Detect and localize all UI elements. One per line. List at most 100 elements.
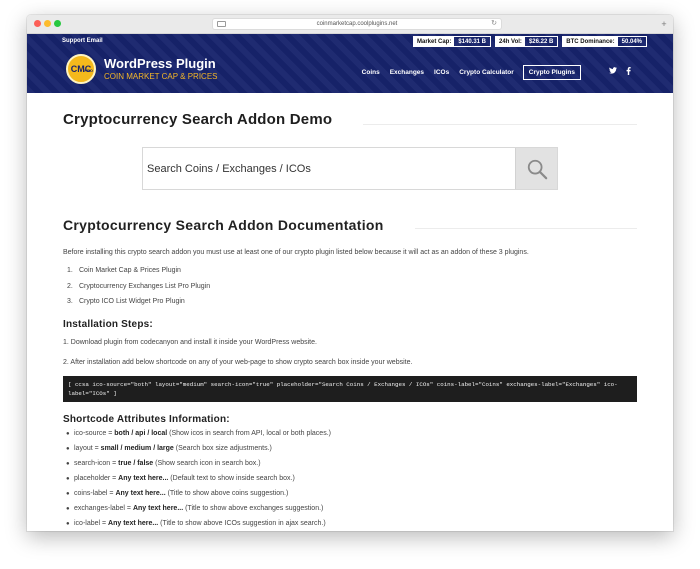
bullet-icon: ●: [66, 491, 70, 497]
stat-market-cap: Market Cap: $140.31 B: [412, 36, 492, 47]
attr-desc: (Title to show above exchanges suggestio…: [183, 505, 324, 512]
nav-crypto-plugins[interactable]: Crypto Plugins: [522, 65, 581, 80]
attr-desc: (Title to show above coins suggestion.): [165, 490, 289, 497]
install-step-1: 1. Download plugin from codecanyon and i…: [63, 339, 317, 346]
twitter-icon[interactable]: [609, 67, 617, 77]
attr-desc: (Show icos in search from API, local or …: [167, 430, 331, 437]
bullet-icon: ●: [66, 506, 70, 512]
attribute-item: ● layout = small / medium / large (Search…: [66, 445, 331, 460]
attr-name: placeholder =: [74, 475, 119, 482]
search-input[interactable]: [143, 148, 515, 189]
nav-icos[interactable]: ICOs: [429, 66, 454, 79]
nav-exchanges[interactable]: Exchanges: [385, 66, 429, 79]
logo-badge-small: PRO: [84, 68, 93, 73]
attr-desc: (Search box size adjustments.): [173, 445, 272, 452]
close-window-button[interactable]: [34, 20, 41, 27]
bullet-icon: ●: [66, 476, 70, 482]
new-tab-icon[interactable]: +: [659, 18, 669, 30]
attr-value: small / medium / large: [100, 445, 174, 452]
stat-value: $26.22 B: [528, 39, 554, 45]
plugin-list-item[interactable]: 2. Cryptocurrency Exchanges List Pro Plug…: [67, 283, 210, 299]
screenshot-stage: coinmarketcap.coolplugins.net ↻ + Suppor…: [0, 0, 700, 569]
stat-label: Market Cap:: [413, 37, 455, 46]
attributes-heading: Shortcode Attributes Information:: [63, 414, 230, 425]
plugin-link[interactable]: Coin Market Cap & Prices Plugin: [79, 267, 181, 274]
attr-name: search-icon =: [74, 460, 119, 467]
list-number: 2.: [67, 282, 73, 290]
list-number: 3.: [67, 298, 73, 305]
installation-heading: Installation Steps:: [63, 319, 153, 330]
site-logo-subtitle: COIN MARKET CAP & PRICES: [104, 72, 218, 81]
doc-title-divider: [415, 228, 637, 229]
attr-value: Any text here...: [115, 490, 166, 497]
attribute-item: ● placeholder = Any text here... (Default…: [66, 475, 331, 490]
attr-desc: (Default text to show inside search box.…: [168, 475, 295, 482]
site-logo-title[interactable]: WordPress Plugin: [104, 56, 216, 71]
attributes-list: ● ico-source = both / api / local (Show i…: [66, 430, 331, 531]
market-stats-bar: Market Cap: $140.31 B 24h Vol: $26.22 B …: [412, 36, 647, 47]
attribute-item: ● search-icon = true / false (Show search…: [66, 460, 331, 475]
attr-value: Any text here...: [108, 520, 159, 527]
plugin-list-item[interactable]: 1. Coin Market Cap & Prices Plugin: [67, 267, 210, 283]
attr-desc: (Show search icon in search box.): [153, 460, 261, 467]
list-number: 1.: [67, 267, 73, 274]
bullet-icon: ●: [66, 446, 70, 452]
attr-value: Any text here...: [118, 475, 169, 482]
plugin-link[interactable]: Crypto ICO List Widget Pro Plugin: [79, 298, 185, 305]
minimize-window-button[interactable]: [44, 20, 51, 27]
attr-name: ico-label =: [74, 520, 109, 527]
shortcode-block[interactable]: [ ccsa ico-source="both" layout="medium"…: [63, 376, 637, 402]
attr-name: layout =: [74, 445, 101, 452]
reload-icon[interactable]: ↻: [491, 19, 497, 29]
shortcode-line: label="ICOs" ]: [68, 390, 117, 397]
browser-toolbar: coinmarketcap.coolplugins.net ↻ +: [27, 15, 673, 34]
plugin-list-item[interactable]: 3. Crypto ICO List Widget Pro Plugin: [67, 298, 210, 314]
shortcode-line: [ ccsa ico-source="both" layout="medium"…: [68, 381, 618, 388]
nav-crypto-calculator[interactable]: Crypto Calculator: [454, 66, 519, 79]
stat-value: $140.31 B: [458, 39, 487, 45]
attr-value: both / api / local: [114, 430, 168, 437]
attr-name: exchanges-label =: [74, 505, 133, 512]
attribute-item: ● exchanges-label = Any text here... (Tit…: [66, 505, 331, 520]
stat-value: 50.04%: [621, 39, 642, 45]
attr-value: true / false: [118, 460, 154, 467]
stat-24h-volume: 24h Vol: $26.22 B: [495, 36, 559, 47]
search-button[interactable]: [515, 148, 557, 189]
doc-title: Cryptocurrency Search Addon Documentatio…: [63, 217, 390, 233]
attr-desc: (Title to show above ICOs suggestion in …: [158, 520, 326, 527]
bullet-icon: ●: [66, 521, 70, 527]
page-title: Cryptocurrency Search Addon Demo: [63, 111, 339, 128]
doc-title-row: Cryptocurrency Search Addon Documentatio…: [63, 217, 637, 235]
plugin-list: 1. Coin Market Cap & Prices Plugin 2. Cryp…: [67, 267, 210, 314]
site-header: Support Email Market Cap: $140.31 B 24h …: [27, 34, 673, 93]
install-step-2: 2. After installation add below shortcod…: [63, 359, 413, 366]
attribute-item: ● coins-label = Any text here... (Title t…: [66, 490, 331, 505]
stat-label: BTC Dominance:: [563, 37, 618, 46]
social-links: [609, 67, 631, 77]
attr-name: ico-source =: [74, 430, 115, 437]
intro-text: Before installing this crypto search add…: [63, 249, 529, 256]
bullet-icon: ●: [66, 431, 70, 437]
nav-coins[interactable]: Coins: [357, 66, 385, 79]
main-nav: Coins Exchanges ICOs Crypto Calculator C…: [357, 65, 581, 80]
address-bar[interactable]: coinmarketcap.coolplugins.net ↻: [212, 18, 502, 30]
reader-icon[interactable]: [217, 21, 226, 27]
maximize-window-button[interactable]: [54, 20, 61, 27]
bullet-icon: ●: [66, 461, 70, 467]
support-email-link[interactable]: Support Email: [62, 38, 103, 44]
attribute-item: ● ico-label = Any text here... (Title to …: [66, 520, 331, 531]
crypto-search-box: [142, 147, 558, 190]
main-content: Cryptocurrency Search Addon Demo Cryptoc…: [63, 93, 637, 527]
stat-btc-dominance: BTC Dominance: 50.04%: [562, 36, 647, 47]
search-icon: [527, 159, 547, 179]
title-divider: [363, 124, 637, 125]
plugin-link[interactable]: Cryptocurrency Exchanges List Pro Plugin: [79, 283, 210, 290]
title-row: Cryptocurrency Search Addon Demo: [63, 111, 637, 131]
attribute-item: ● ico-source = both / api / local (Show i…: [66, 430, 331, 445]
cmc-logo-icon[interactable]: CMC PRO: [66, 54, 96, 84]
attr-name: coins-label =: [74, 490, 116, 497]
address-url: coinmarketcap.coolplugins.net: [316, 21, 398, 27]
stat-label: 24h Vol:: [496, 37, 525, 46]
facebook-icon[interactable]: [626, 67, 631, 77]
attr-value: Any text here...: [132, 505, 184, 512]
